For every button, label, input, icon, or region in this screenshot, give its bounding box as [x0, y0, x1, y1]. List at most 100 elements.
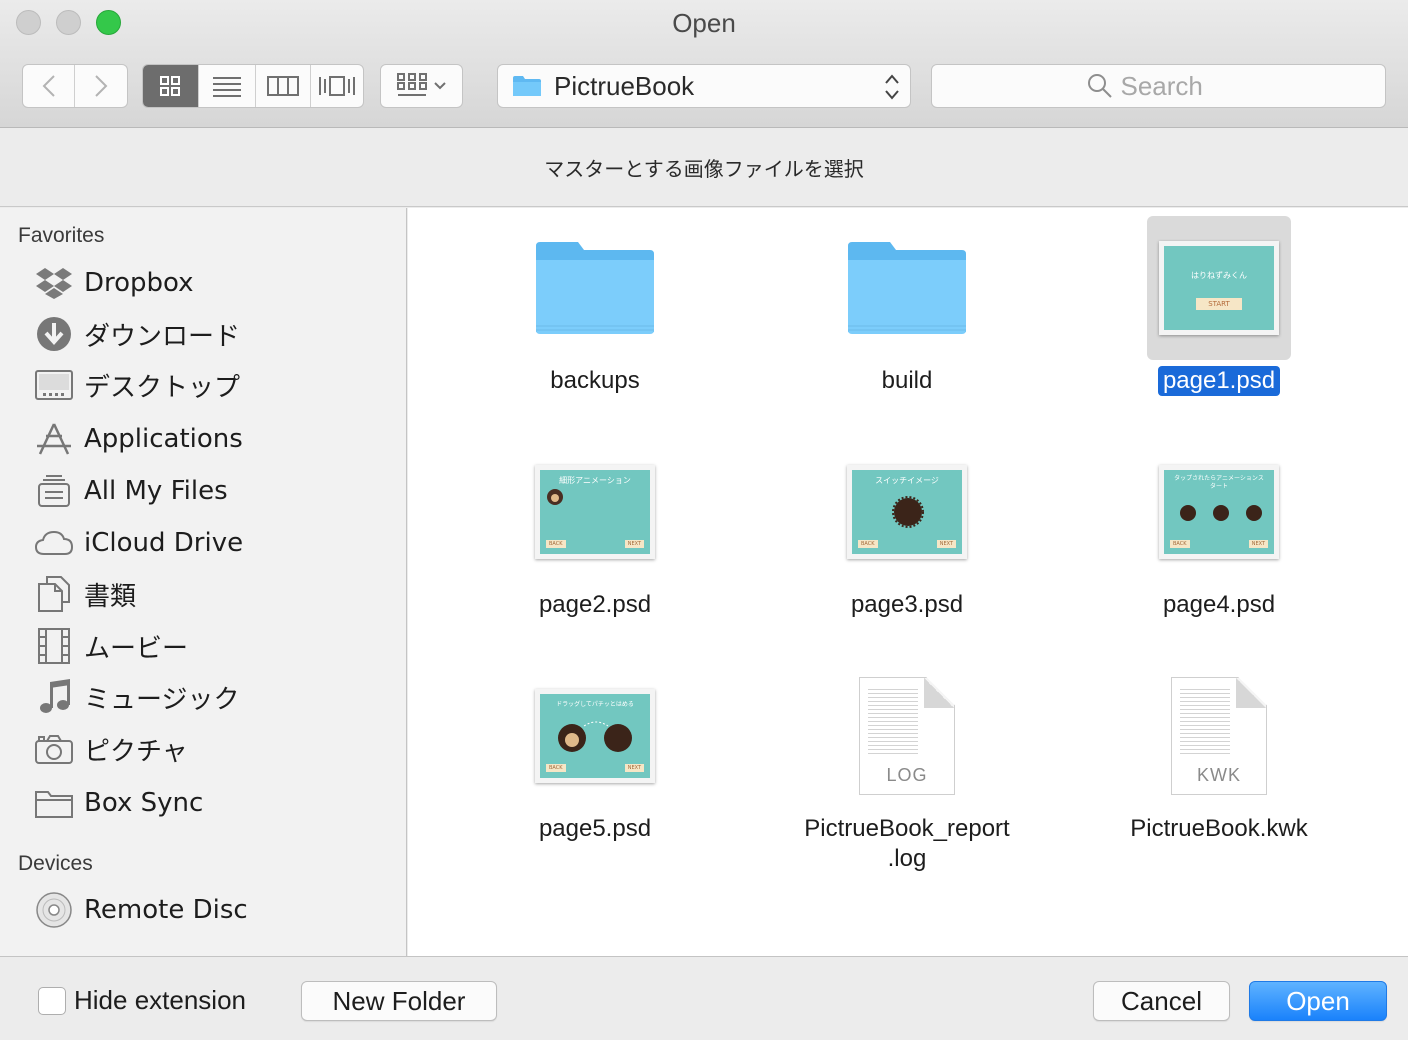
file-item-page4[interactable]: タップされたらアニメーションスタート BACK NEXT page4.psd — [1094, 440, 1344, 620]
preview-title: スイッチイメージ — [875, 476, 939, 485]
file-name: PictrueBook.kwk — [1130, 815, 1308, 842]
preview-title: はりねずみくん — [1191, 271, 1247, 280]
sidebar-item-music[interactable]: ミュージック — [34, 675, 394, 719]
sidebar-item-remote-disc[interactable]: Remote Disc — [34, 888, 394, 932]
camera-icon — [34, 729, 74, 769]
sidebar-item-label: ピクチャ — [84, 736, 188, 767]
column-view-button[interactable] — [256, 65, 312, 107]
sidebar-item-icloud-drive[interactable]: iCloud Drive — [34, 521, 394, 565]
back-forward-group — [22, 64, 128, 108]
psd-preview: ドラッグしてパチッとはめる BACK NEXT — [535, 689, 655, 783]
open-button[interactable]: Open — [1249, 981, 1387, 1021]
preview-back: BACK — [858, 540, 878, 548]
file-name-line2: .log — [887, 845, 927, 872]
sidebar-item-movies[interactable]: ムービー — [34, 624, 394, 668]
sidebar-item-desktop[interactable]: デスクトップ — [34, 363, 394, 407]
preview-back: BACK — [1170, 540, 1190, 548]
updown-arrows-icon — [885, 74, 899, 100]
back-button[interactable] — [23, 65, 76, 107]
list-view-button[interactable] — [199, 65, 256, 107]
file-extension-label: KWK — [1196, 765, 1241, 785]
file-item-report-log[interactable]: LOG PictrueBook_report .log — [782, 664, 1032, 874]
icon-view-icon — [160, 76, 181, 96]
file-item-page3[interactable]: スイッチイメージ BACK NEXT page3.psd — [782, 440, 1032, 620]
file-name: build — [881, 367, 933, 394]
hedgehog-row-icon — [1180, 505, 1262, 521]
file-name: page5.psd — [538, 815, 652, 842]
preview-next: NEXT — [1248, 540, 1268, 548]
file-thumbnail — [835, 216, 979, 360]
forward-button[interactable] — [75, 65, 127, 107]
file-thumbnail — [523, 216, 667, 360]
sidebar-item-pictures[interactable]: ピクチャ — [34, 727, 394, 771]
icon-view-button[interactable] — [143, 65, 199, 107]
arrange-menu[interactable] — [381, 65, 462, 107]
hide-extension-option[interactable]: Hide extension — [38, 985, 246, 1016]
sidebar-item-downloads[interactable]: ダウンロード — [34, 312, 394, 356]
file-thumbnail: はりねずみくん START — [1147, 216, 1291, 360]
psd-preview: タップされたらアニメーションスタート BACK NEXT — [1159, 465, 1279, 559]
list-view-icon — [212, 77, 241, 97]
sidebar-item-label: Applications — [84, 424, 243, 454]
file-item-page5[interactable]: ドラッグしてパチッとはめる BACK NEXT page5.psd — [470, 664, 720, 844]
sidebar-item-label: iCloud Drive — [84, 528, 244, 558]
folder-icon — [848, 242, 966, 334]
coverflow-view-button[interactable] — [311, 65, 363, 107]
cancel-button[interactable]: Cancel — [1093, 981, 1230, 1021]
file-name: page3.psd — [850, 591, 964, 618]
preview-title: ドラッグしてパチッとはめる — [556, 701, 634, 708]
file-item-page2[interactable]: 細形アニメーション BACK NEXT page2.psd — [470, 440, 720, 620]
dropbox-icon — [34, 263, 74, 303]
sidebar-item-box-sync[interactable]: Box Sync — [34, 781, 394, 825]
arrange-button[interactable] — [380, 64, 463, 108]
file-item-backups[interactable]: backups — [470, 216, 720, 396]
download-icon — [34, 314, 74, 354]
devices-heading: Devices — [18, 852, 93, 875]
preview-title: 細形アニメーション — [559, 476, 631, 485]
sidebar-item-label: All My Files — [84, 476, 228, 506]
window-title: Open — [672, 8, 736, 38]
preview-next: NEXT — [624, 540, 644, 548]
search-field[interactable] — [931, 64, 1386, 108]
location-label: PictrueBook — [554, 70, 695, 101]
file-item-build[interactable]: build — [782, 216, 1032, 396]
file-name: PictrueBook_report .log — [799, 814, 1014, 874]
file-thumbnail: KWK — [1147, 664, 1291, 808]
folder-icon — [513, 76, 541, 96]
folder-icon — [34, 783, 74, 823]
page-fold — [924, 678, 954, 708]
preview-start-button: START — [1196, 298, 1242, 310]
sidebar-item-label: Dropbox — [84, 268, 194, 298]
kwk-document-icon: KWK — [1171, 677, 1267, 795]
preview-back: BACK — [546, 764, 566, 772]
file-browser: backups build はりねずみくん START page1.psd 細形… — [408, 208, 1408, 956]
new-folder-button[interactable]: New Folder — [301, 981, 497, 1021]
location-popup[interactable]: PictrueBook — [497, 64, 911, 108]
file-thumbnail: ドラッグしてパチッとはめる BACK NEXT — [523, 664, 667, 808]
hedgehog-icon — [892, 496, 924, 528]
chevron-down-icon — [433, 82, 446, 90]
dialog-message: マスターとする画像ファイルを選択 — [0, 129, 1408, 207]
sidebar-item-documents[interactable]: 書類 — [34, 572, 394, 616]
bottom-bar: Hide extension New Folder Cancel Open — [0, 956, 1408, 1040]
file-item-kwk[interactable]: KWK PictrueBook.kwk — [1094, 664, 1344, 844]
sidebar-item-label: デスクトップ — [84, 372, 241, 403]
sidebar-item-all-my-files[interactable]: All My Files — [34, 469, 394, 513]
file-name: page1.psd — [1157, 366, 1281, 396]
psd-preview: はりねずみくん START — [1159, 241, 1279, 335]
preview-back: BACK — [546, 540, 566, 548]
arrange-grid-icon — [396, 73, 427, 96]
sidebar-item-label: ダウンロード — [84, 321, 241, 352]
view-mode-group — [142, 64, 364, 108]
search-input[interactable] — [1120, 70, 1231, 102]
sidebar: Favorites Dropbox ダウンロード デスクトップ Applicat… — [0, 208, 407, 956]
sidebar-item-applications[interactable]: Applications — [34, 417, 394, 461]
file-name: page4.psd — [1162, 591, 1276, 618]
file-thumbnail: LOG — [835, 664, 979, 808]
sidebar-item-dropbox[interactable]: Dropbox — [34, 261, 394, 305]
file-item-page1[interactable]: はりねずみくん START page1.psd — [1094, 216, 1344, 396]
hedgehog-pair-icon — [558, 721, 632, 752]
applications-icon — [34, 419, 74, 459]
hide-extension-checkbox[interactable] — [38, 986, 66, 1015]
cloud-icon — [34, 523, 74, 563]
